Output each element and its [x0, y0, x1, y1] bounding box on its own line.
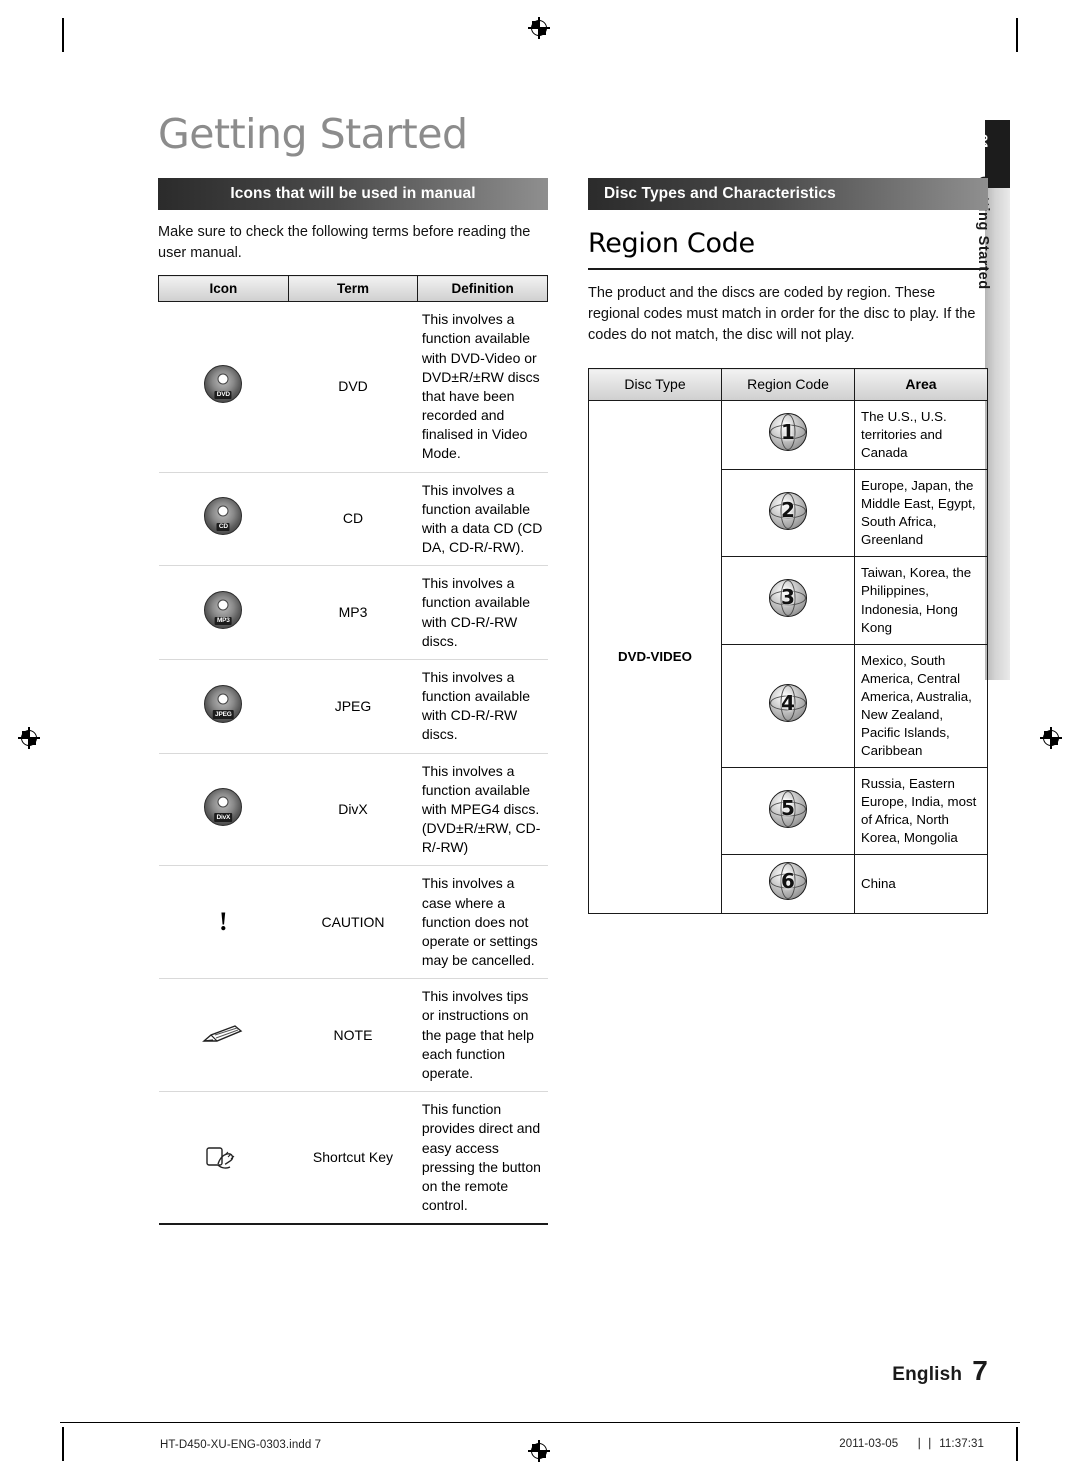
- icons-definition-divx: This involves a function available with …: [417, 752, 548, 867]
- region-col-disc-type: Disc Type: [588, 368, 722, 401]
- page-title: Getting Started: [158, 110, 468, 158]
- cd-disc-icon-label: CD: [216, 522, 230, 532]
- right-column: Disc Types and Characteristics Region Co…: [588, 178, 988, 914]
- table-row: DivX DivX This involves a function avail…: [158, 752, 548, 867]
- note-pencil-icon: [158, 978, 289, 1093]
- registration-mark-right: [1040, 727, 1062, 749]
- jpeg-disc-icon-label: JPEG: [213, 710, 234, 719]
- region-area-1: The U.S., U.S. territories and Canada: [854, 399, 988, 471]
- icons-definition-dvd: This involves a function available with …: [417, 301, 548, 473]
- icons-intro-text: Make sure to check the following terms b…: [158, 224, 531, 261]
- region-col-region-code-text: Region Code: [747, 376, 829, 393]
- table-row: DVD-VIDEO 1 The U.S., U.S. territories a…: [588, 399, 988, 914]
- region-col-area: Area: [854, 368, 988, 401]
- dvd-disc-icon: DVD: [158, 301, 289, 473]
- icons-definition-note: This involves tips or instructions on th…: [417, 978, 548, 1093]
- table-row: MP3 MP3 This involves a function availab…: [158, 565, 548, 660]
- icons-term-cd: CD: [288, 471, 418, 567]
- caution-icon: !: [158, 865, 289, 980]
- region-code-number-3: 3: [781, 585, 795, 610]
- footer-language: English: [892, 1364, 963, 1385]
- footer-language-page: English 7: [892, 1355, 988, 1387]
- region-disc-type-value: DVD-VIDEO: [588, 399, 722, 914]
- region-code-number-6: 6: [781, 868, 795, 893]
- icons-col-term: Term: [287, 275, 419, 303]
- footer-divider: [60, 1422, 1020, 1423]
- icons-term-divx: DivX: [288, 752, 418, 867]
- section-heading-icons: Icons that will be used in manual: [158, 178, 548, 210]
- region-code-icon-3: 3: [721, 556, 855, 645]
- table-row: CD CD This involves a function available…: [158, 471, 548, 567]
- crop-mark-top-left: [62, 18, 64, 52]
- icons-term-note: NOTE: [288, 978, 418, 1093]
- table-row: JPEG JPEG This involves a function avail…: [158, 658, 548, 754]
- footer-time: 11:37:31: [939, 1438, 984, 1450]
- footer-timestamp: 2011-03-05 ⎹⎹ 11:37:31: [839, 1438, 984, 1451]
- crop-mark-bottom-right: [1016, 1427, 1018, 1461]
- icons-table: Icon Term Definition DVD DVD This involv…: [158, 275, 548, 1226]
- region-code-title: Region Code: [588, 228, 988, 270]
- region-area-6: China: [854, 854, 988, 914]
- region-code-number-1: 1: [781, 419, 795, 444]
- shortcut-hand-icon: [158, 1091, 289, 1226]
- footer-filename: HT-D450-XU-ENG-0303.indd 7: [160, 1439, 322, 1451]
- icons-term-dvd: DVD: [288, 301, 418, 473]
- region-code-number-4: 4: [781, 690, 795, 715]
- icons-definition-jpeg: This involves a function available with …: [417, 658, 548, 754]
- region-code-icon-2: 2: [721, 469, 855, 558]
- footer-separator: ⎹⎹: [908, 1438, 930, 1450]
- mp3-disc-icon-label: MP3: [214, 616, 232, 625]
- icons-definition-caution: This involves a case where a function do…: [417, 865, 548, 980]
- registration-mark-top: [528, 17, 550, 39]
- region-area-4: Mexico, South America, Central America, …: [854, 643, 988, 769]
- registration-mark-bottom: [528, 1440, 550, 1462]
- region-area-2: Europe, Japan, the Middle East, Egypt, S…: [854, 469, 988, 558]
- document-page: 01 Getting Started Getting Started Icons…: [0, 0, 1080, 1479]
- region-code-table: Disc Type Region Code Area DVD-VIDEO 1 T…: [588, 368, 988, 914]
- divx-disc-icon: DivX: [158, 752, 289, 867]
- region-code-icon-5: 5: [721, 767, 855, 856]
- registration-mark-left: [18, 727, 40, 749]
- table-row: Shortcut Key This function provides dire…: [158, 1091, 548, 1226]
- region-code-icon-4: 4: [721, 643, 855, 769]
- icons-term-mp3: MP3: [288, 565, 418, 660]
- jpeg-disc-icon: JPEG: [158, 658, 289, 754]
- table-row: DVD DVD This involves a function availab…: [158, 301, 548, 473]
- region-code-icon-1: 1: [721, 399, 855, 471]
- icons-col-icon: Icon: [158, 275, 289, 303]
- page-number: 7: [972, 1355, 988, 1386]
- region-code-body: The product and the discs are coded by r…: [588, 285, 976, 344]
- footer-date: 2011-03-05: [839, 1438, 899, 1450]
- icons-col-definition: Definition: [417, 275, 548, 303]
- icons-definition-shortcut: This function provides direct and easy a…: [417, 1091, 548, 1226]
- table-row: NOTE This involves tips or instructions …: [158, 978, 548, 1093]
- crop-mark-top-right: [1016, 18, 1018, 52]
- region-area-3: Taiwan, Korea, the Philippines, Indonesi…: [854, 556, 988, 645]
- icons-definition-cd: This involves a function available with …: [417, 471, 548, 567]
- page-content: Getting Started Icons that will be used …: [158, 110, 988, 1226]
- icons-definition-mp3: This involves a function available with …: [417, 565, 548, 660]
- mp3-disc-icon: MP3: [158, 565, 289, 660]
- table-row: ! CAUTION This involves a case where a f…: [158, 865, 548, 980]
- icons-term-jpeg: JPEG: [288, 658, 418, 754]
- region-col-region-code: Region Code: [721, 368, 855, 401]
- region-code-icon-6: 6: [721, 854, 855, 914]
- region-code-number-2: 2: [781, 498, 795, 523]
- icons-term-shortcut: Shortcut Key: [288, 1091, 418, 1226]
- caution-icon-glyph: !: [218, 907, 228, 937]
- icons-table-header-row: Icon Term Definition: [158, 275, 548, 303]
- region-table-header-row: Disc Type Region Code Area: [588, 368, 988, 401]
- dvd-disc-icon-label: DVD: [214, 390, 232, 400]
- cd-disc-icon: CD: [158, 471, 289, 567]
- region-area-5: Russia, Eastern Europe, India, most of A…: [854, 767, 988, 856]
- section-heading-disc-types: Disc Types and Characteristics: [588, 178, 988, 210]
- region-code-number-5: 5: [781, 796, 795, 821]
- left-column: Icons that will be used in manual Make s…: [158, 178, 548, 1226]
- divx-disc-icon-label: DivX: [214, 813, 233, 822]
- icons-term-caution: CAUTION: [288, 865, 418, 980]
- crop-mark-bottom-left: [62, 1427, 64, 1461]
